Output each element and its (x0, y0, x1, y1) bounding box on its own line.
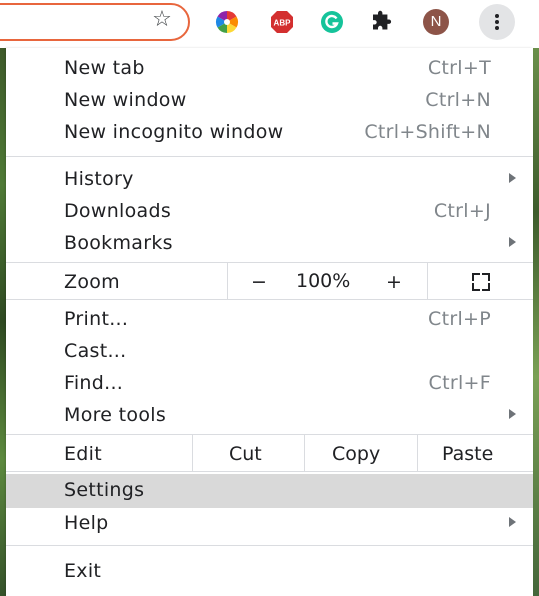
chrome-menu-button[interactable] (479, 4, 515, 40)
kebab-dot-icon (495, 14, 499, 18)
adblock-icon[interactable]: ABP (270, 10, 294, 34)
desktop-wallpaper-right (533, 48, 539, 596)
menu-separator (6, 156, 533, 157)
menu-item-new-tab[interactable]: New tab Ctrl+T (6, 53, 533, 86)
cut-button[interactable]: Cut (229, 443, 262, 465)
menu-item-print[interactable]: Print... Ctrl+P (6, 304, 533, 337)
kebab-dot-icon (495, 20, 499, 24)
edit-divider (417, 434, 418, 471)
kebab-dot-icon (495, 26, 499, 30)
menu-item-history[interactable]: History (6, 164, 533, 197)
submenu-arrow-icon (509, 409, 516, 419)
svg-text:ABP: ABP (274, 19, 292, 28)
menu-separator (6, 434, 533, 435)
menu-item-find[interactable]: Find... Ctrl+F (6, 368, 533, 401)
fullscreen-icon[interactable] (472, 273, 490, 291)
zoom-level-value: 100% (296, 270, 351, 292)
paste-button[interactable]: Paste (442, 443, 493, 465)
bookmark-star-icon[interactable]: ☆ (150, 8, 174, 32)
menu-item-cast[interactable]: Cast... (6, 336, 533, 369)
zoom-in-button[interactable]: + (384, 271, 404, 293)
extensions-puzzle-icon[interactable] (369, 10, 393, 34)
menu-item-help[interactable]: Help (6, 508, 533, 541)
edit-divider (192, 434, 193, 471)
menu-item-bookmarks[interactable]: Bookmarks (6, 228, 533, 261)
profile-avatar[interactable]: N (423, 9, 449, 35)
edit-divider (304, 434, 305, 471)
menu-item-more-tools[interactable]: More tools (6, 400, 533, 433)
chrome-main-menu: New tab Ctrl+T New window Ctrl+N New inc… (6, 48, 533, 596)
menu-item-downloads[interactable]: Downloads Ctrl+J (6, 196, 533, 229)
submenu-arrow-icon (509, 173, 516, 183)
menu-item-new-window[interactable]: New window Ctrl+N (6, 85, 533, 118)
menu-row-zoom: Zoom (64, 271, 120, 293)
menu-item-exit[interactable]: Exit (6, 556, 533, 589)
color-picker-icon[interactable] (215, 10, 239, 34)
zoom-divider (427, 262, 428, 299)
submenu-arrow-icon (509, 237, 516, 247)
submenu-arrow-icon (509, 517, 516, 527)
menu-separator (6, 545, 533, 546)
grammarly-icon[interactable] (320, 10, 344, 34)
zoom-divider (227, 262, 228, 299)
copy-button[interactable]: Copy (332, 443, 380, 465)
menu-separator (6, 299, 533, 300)
browser-toolbar: ☆ ABP N (0, 0, 539, 48)
zoom-out-button[interactable]: − (249, 271, 269, 293)
menu-item-new-incognito-window[interactable]: New incognito window Ctrl+Shift+N (6, 117, 533, 150)
menu-separator (6, 262, 533, 263)
menu-item-settings[interactable]: Settings (6, 474, 533, 508)
menu-separator (6, 471, 533, 472)
